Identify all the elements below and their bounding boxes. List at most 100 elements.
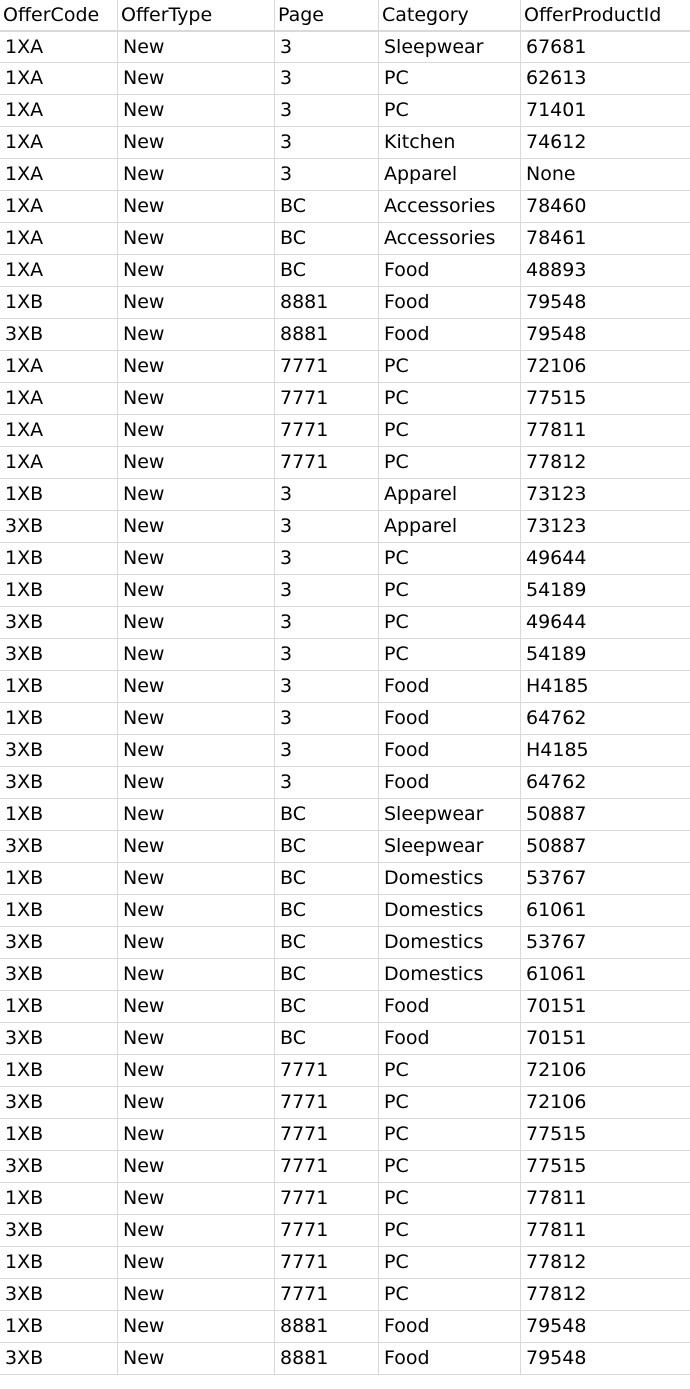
offerproductid-cell[interactable]: 72106 <box>521 351 690 382</box>
page-cell[interactable]: 3 <box>275 735 379 766</box>
category-cell[interactable]: Apparel <box>379 159 521 190</box>
offerproductid-cell[interactable]: 64762 <box>521 767 690 798</box>
offercode-cell[interactable]: 1XA <box>0 127 118 158</box>
category-cell[interactable]: PC <box>379 63 521 94</box>
offertype-cell[interactable]: New <box>118 639 275 670</box>
offertype-cell[interactable]: New <box>118 1023 275 1054</box>
offerproductid-cell[interactable]: 50887 <box>521 831 690 862</box>
offercode-cell[interactable]: 1XB <box>0 1119 118 1150</box>
offerproductid-cell[interactable]: 78461 <box>521 223 690 254</box>
offerproductid-cell[interactable]: 54189 <box>521 575 690 606</box>
offercode-cell[interactable]: 1XA <box>0 223 118 254</box>
offerproductid-cell[interactable]: 79548 <box>521 1311 690 1342</box>
offercode-cell[interactable]: 1XB <box>0 703 118 734</box>
offercode-cell[interactable]: 1XB <box>0 543 118 574</box>
offerproductid-cell[interactable]: 77515 <box>521 1151 690 1182</box>
offercode-cell[interactable]: 1XB <box>0 895 118 926</box>
offerproductid-cell[interactable]: H4185 <box>521 735 690 766</box>
offerproductid-cell[interactable]: 61061 <box>521 895 690 926</box>
page-cell[interactable]: BC <box>275 191 379 222</box>
page-cell[interactable]: 3 <box>275 575 379 606</box>
page-cell[interactable]: 7771 <box>275 1183 379 1214</box>
page-cell[interactable]: BC <box>275 927 379 958</box>
page-cell[interactable]: BC <box>275 223 379 254</box>
page-cell[interactable]: BC <box>275 1023 379 1054</box>
offercode-cell[interactable]: 3XB <box>0 319 118 350</box>
offerproductid-cell[interactable]: 72106 <box>521 1087 690 1118</box>
offertype-cell[interactable]: New <box>118 319 275 350</box>
offercode-cell[interactable]: 3XB <box>0 1023 118 1054</box>
page-cell[interactable]: 3 <box>275 127 379 158</box>
offercode-cell[interactable]: 1XB <box>0 1247 118 1278</box>
category-cell[interactable]: Food <box>379 767 521 798</box>
offerproductid-cell[interactable]: 77515 <box>521 383 690 414</box>
offercode-cell[interactable]: 1XA <box>0 351 118 382</box>
offertype-cell[interactable]: New <box>118 95 275 126</box>
offercode-cell[interactable]: 1XA <box>0 95 118 126</box>
offerproductid-cell[interactable]: 62613 <box>521 63 690 94</box>
offercode-cell[interactable]: 3XB <box>0 959 118 990</box>
page-cell[interactable]: 7771 <box>275 1279 379 1310</box>
offertype-cell[interactable]: New <box>118 799 275 830</box>
page-cell[interactable]: BC <box>275 991 379 1022</box>
offertype-cell[interactable]: New <box>118 575 275 606</box>
category-cell[interactable]: Accessories <box>379 223 521 254</box>
offertype-cell[interactable]: New <box>118 191 275 222</box>
page-cell[interactable]: 7771 <box>275 1247 379 1278</box>
offerproductid-cell[interactable]: 67681 <box>521 32 690 63</box>
offerproductid-cell[interactable]: 77812 <box>521 1279 690 1310</box>
offertype-cell[interactable]: New <box>118 543 275 574</box>
offerproductid-cell[interactable]: 78460 <box>521 191 690 222</box>
offercode-cell[interactable]: 3XB <box>0 1279 118 1310</box>
category-cell[interactable]: Domestics <box>379 895 521 926</box>
offerproductid-cell[interactable]: 79548 <box>521 1343 690 1374</box>
category-cell[interactable]: PC <box>379 1055 521 1086</box>
offertype-cell[interactable]: New <box>118 735 275 766</box>
offercode-cell[interactable]: 1XA <box>0 63 118 94</box>
offerproductid-cell[interactable]: 70151 <box>521 1023 690 1054</box>
column-header-offerproductid[interactable]: OfferProductId <box>521 0 690 31</box>
category-cell[interactable]: Food <box>379 255 521 286</box>
offercode-cell[interactable]: 1XB <box>0 1311 118 1342</box>
offerproductid-cell[interactable]: 77515 <box>521 1119 690 1150</box>
offercode-cell[interactable]: 1XB <box>0 1183 118 1214</box>
page-cell[interactable]: 7771 <box>275 1215 379 1246</box>
offercode-cell[interactable]: 1XA <box>0 255 118 286</box>
offercode-cell[interactable]: 1XB <box>0 1055 118 1086</box>
column-header-offertype[interactable]: OfferType <box>118 0 275 31</box>
page-cell[interactable]: BC <box>275 895 379 926</box>
page-cell[interactable]: BC <box>275 959 379 990</box>
page-cell[interactable]: 7771 <box>275 351 379 382</box>
offercode-cell[interactable]: 3XB <box>0 735 118 766</box>
category-cell[interactable]: Domestics <box>379 927 521 958</box>
page-cell[interactable]: 8881 <box>275 319 379 350</box>
offercode-cell[interactable]: 3XB <box>0 927 118 958</box>
offerproductid-cell[interactable]: 74612 <box>521 127 690 158</box>
page-cell[interactable]: 8881 <box>275 287 379 318</box>
category-cell[interactable]: Accessories <box>379 191 521 222</box>
category-cell[interactable]: Food <box>379 735 521 766</box>
offertype-cell[interactable]: New <box>118 223 275 254</box>
offertype-cell[interactable]: New <box>118 991 275 1022</box>
offertype-cell[interactable]: New <box>118 959 275 990</box>
offercode-cell[interactable]: 1XA <box>0 447 118 478</box>
column-header-category[interactable]: Category <box>379 0 521 31</box>
offertype-cell[interactable]: New <box>118 1279 275 1310</box>
offercode-cell[interactable]: 1XB <box>0 991 118 1022</box>
offercode-cell[interactable]: 3XB <box>0 639 118 670</box>
offercode-cell[interactable]: 1XB <box>0 479 118 510</box>
offerproductid-cell[interactable]: 71401 <box>521 95 690 126</box>
offerproductid-cell[interactable]: 77812 <box>521 1247 690 1278</box>
category-cell[interactable]: PC <box>379 607 521 638</box>
page-cell[interactable]: 7771 <box>275 1087 379 1118</box>
category-cell[interactable]: PC <box>379 447 521 478</box>
category-cell[interactable]: Domestics <box>379 959 521 990</box>
offerproductid-cell[interactable]: 72106 <box>521 1055 690 1086</box>
category-cell[interactable]: PC <box>379 415 521 446</box>
offercode-cell[interactable]: 3XB <box>0 607 118 638</box>
page-cell[interactable]: 3 <box>275 32 379 63</box>
category-cell[interactable]: PC <box>379 543 521 574</box>
offercode-cell[interactable]: 1XA <box>0 159 118 190</box>
offerproductid-cell[interactable]: 61061 <box>521 959 690 990</box>
offertype-cell[interactable]: New <box>118 383 275 414</box>
